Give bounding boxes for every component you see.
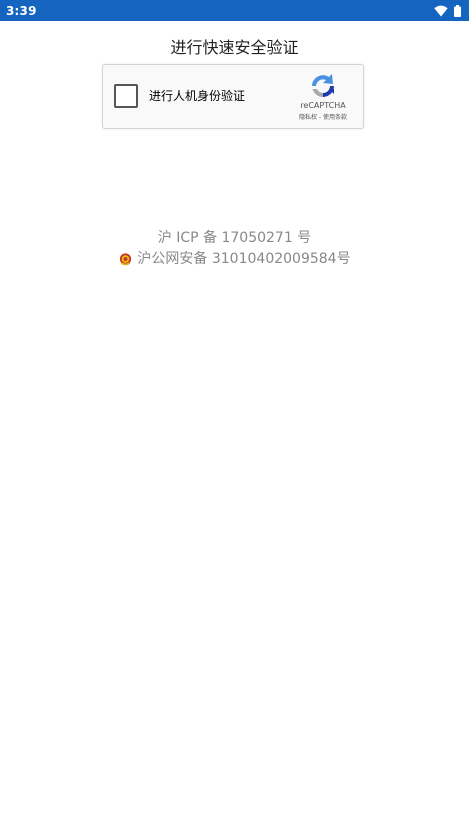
status-bar: 3:39 [0, 0, 469, 21]
recaptcha-logo-icon [312, 74, 334, 97]
icp-record: 沪 ICP 备 17050271 号 [157, 230, 312, 246]
privacy-link[interactable]: 隐私权 [299, 114, 317, 121]
status-icons [434, 4, 461, 17]
captcha-label: 进行人机身份验证 [149, 89, 246, 103]
status-time: 3:39 [6, 3, 37, 18]
recaptcha-brand: reCAPTCHA [300, 101, 346, 110]
page-title: 进行快速安全验证 [170, 38, 299, 57]
footer: 沪 ICP 备 17050271 号 沪公网安备 31010402009584号 [0, 228, 469, 270]
battery-icon [454, 4, 461, 17]
captcha-checkbox[interactable] [114, 84, 138, 108]
police-badge-icon [120, 253, 132, 266]
wifi-icon [434, 5, 448, 16]
recaptcha-links: 隐私权 - 使用条款 [299, 112, 347, 121]
police-record-text: 沪公网安备 31010402009584号 [137, 251, 351, 267]
terms-link[interactable]: 使用条款 [323, 114, 347, 121]
police-record-line: 沪公网安备 31010402009584号 [0, 249, 469, 270]
recaptcha-logo: reCAPTCHA 隐私权 - 使用条款 [293, 72, 353, 121]
recaptcha-widget: 进行人机身份验证 reCAPTCHA 隐私权 - 使用条款 [102, 64, 364, 129]
